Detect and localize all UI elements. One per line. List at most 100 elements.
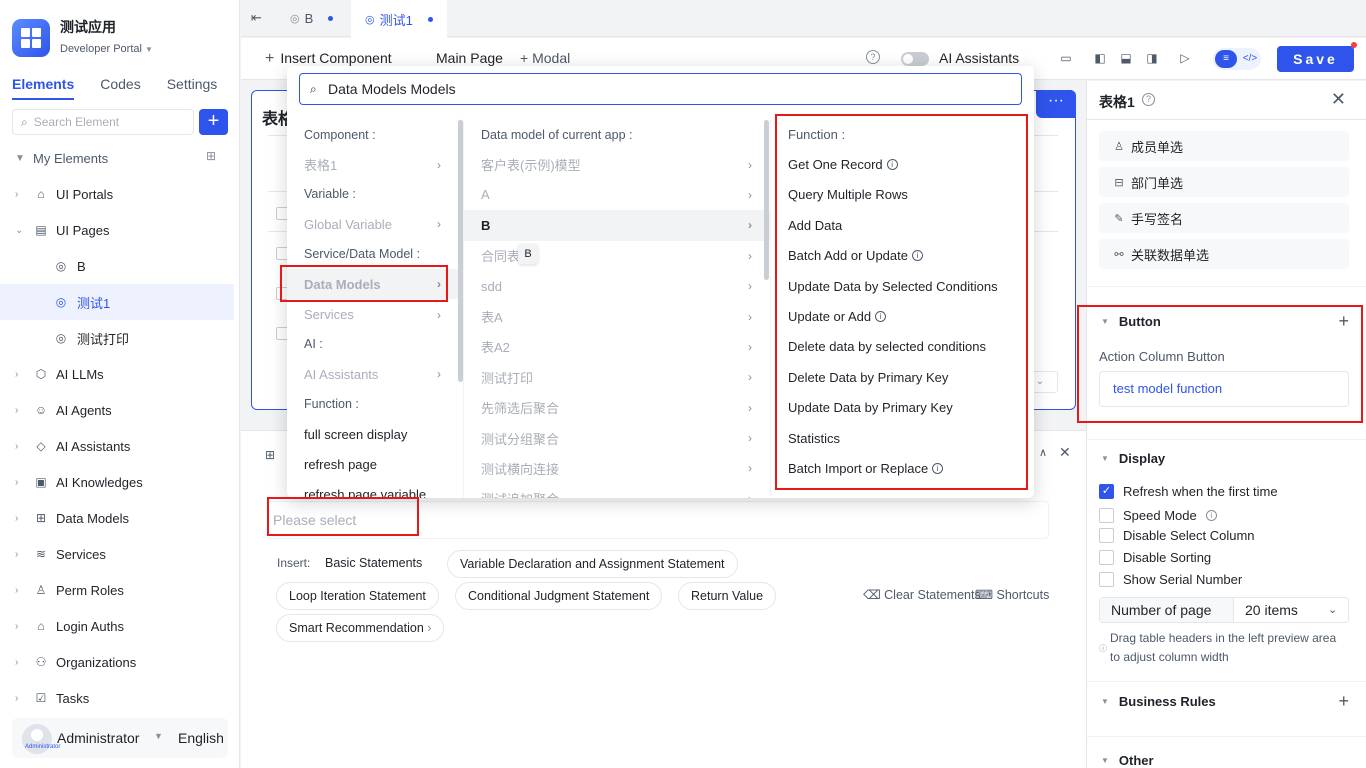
component-department-select[interactable]: ⊟ 部门单选 <box>1099 167 1349 197</box>
save-button[interactable]: Save <box>1277 46 1354 72</box>
page-size-select[interactable]: Number of page 20 items ⌄ <box>1099 597 1349 623</box>
add-rule-icon[interactable]: + <box>1338 691 1349 712</box>
check-speed-mode[interactable]: Speed Mode i <box>1099 508 1217 523</box>
model-item[interactable]: 合同表 › <box>464 241 770 271</box>
tab-elements[interactable]: Elements <box>12 76 75 100</box>
smart-recommendation-button[interactable]: Smart Recommendation › <box>276 614 445 642</box>
tree-header-my-elements[interactable]: ▼ My Elements ⊞ <box>0 140 240 176</box>
function-delete-by-conditions[interactable]: Delete data by selected conditions <box>771 332 1034 362</box>
function-get-one-record[interactable]: Get One Record i <box>771 149 1034 179</box>
checkbox-checked[interactable]: ✓ <box>1099 484 1114 499</box>
caret-down-icon[interactable]: ▼ <box>154 731 163 741</box>
function-update-by-primary-key[interactable]: Update Data by Primary Key <box>771 393 1034 423</box>
section-other[interactable]: ▼ Other <box>1101 753 1154 768</box>
right-panel-icon[interactable]: ◨ <box>1145 51 1159 65</box>
model-item[interactable]: 测试打印 › <box>464 362 770 392</box>
page-tab-test1[interactable]: ◎ 测试1 <box>351 0 447 38</box>
language-switch[interactable]: English <box>178 730 224 746</box>
tree-item-perm-roles[interactable]: › ♙ Perm Roles <box>0 572 240 608</box>
checkbox[interactable] <box>1099 572 1114 587</box>
modal-button[interactable]: + Modal <box>520 50 570 66</box>
model-item[interactable]: sdd › <box>464 271 770 301</box>
function-update-by-conditions[interactable]: Update Data by Selected Conditions <box>771 271 1034 301</box>
model-item-b[interactable]: B › <box>464 210 770 241</box>
tree-item-page-b[interactable]: ◎ B <box>0 248 240 284</box>
picker-item-full-screen[interactable]: full screen display <box>287 419 463 449</box>
tree-item-tasks[interactable]: › ☑ Tasks <box>0 680 240 716</box>
tree-item-ai-knowledges[interactable]: › ▣ AI Knowledges <box>0 464 240 500</box>
add-element-button[interactable]: + <box>199 109 228 135</box>
tree-item-ai-assistants[interactable]: › ◇ AI Assistants <box>0 428 240 464</box>
help-icon[interactable]: ? <box>866 50 880 64</box>
tab-settings[interactable]: Settings <box>167 76 218 100</box>
return-value-button[interactable]: Return Value <box>678 582 777 610</box>
picker-search-input[interactable] <box>328 79 1008 99</box>
tab-codes[interactable]: Codes <box>100 76 140 100</box>
tree-item-ui-pages[interactable]: ⌄ ▤ UI Pages <box>0 212 240 248</box>
scrollbar[interactable] <box>764 120 769 280</box>
function-delete-by-primary-key[interactable]: Delete Data by Primary Key <box>771 362 1034 392</box>
user-name[interactable]: Administrator <box>57 730 139 746</box>
function-update-or-add[interactable]: Update or Add i <box>771 301 1034 331</box>
ai-assistants-toggle[interactable] <box>901 52 929 66</box>
checkbox[interactable] <box>1099 508 1114 523</box>
more-icon[interactable]: ··· <box>1036 90 1076 118</box>
shortcuts-button[interactable]: ⌨ Shortcuts <box>975 587 1049 602</box>
bottom-panel-icon[interactable]: ⬓ <box>1119 51 1133 65</box>
checkbox[interactable] <box>1099 528 1114 543</box>
checkbox[interactable] <box>1099 550 1114 565</box>
tree-item-organizations[interactable]: › ⚇ Organizations <box>0 644 240 680</box>
code-mode-icon[interactable]: </> <box>1241 50 1259 68</box>
action-column-button-item[interactable]: test model function <box>1099 371 1349 407</box>
model-item[interactable]: 测试横向连接 › <box>464 453 770 483</box>
tree-item-ui-portals[interactable]: › ⌂ UI Portals <box>0 176 240 212</box>
portal-switcher[interactable]: Developer Portal ▼ <box>60 43 153 55</box>
close-icon[interactable]: ✕ <box>1331 89 1346 110</box>
picker-item-refresh-page[interactable]: refresh page <box>287 449 463 479</box>
help-icon[interactable]: ? <box>1142 93 1155 106</box>
section-display[interactable]: ▼ Display <box>1101 451 1165 466</box>
function-add-data[interactable]: Add Data <box>771 210 1034 240</box>
component-signature[interactable]: ✎ 手写签名 <box>1099 203 1349 233</box>
function-batch-import-or-replace[interactable]: Batch Import or Replace i <box>771 453 1034 483</box>
tree-item-page-test-print[interactable]: ◎ 测试打印 <box>0 320 240 356</box>
check-disable-select-column[interactable]: Disable Select Column <box>1099 528 1255 543</box>
chevron-up-icon[interactable]: ∧ <box>1039 446 1047 459</box>
variable-declaration-button[interactable]: Variable Declaration and Assignment Stat… <box>447 550 738 578</box>
model-item[interactable]: 先筛选后聚合 › <box>464 393 770 423</box>
picker-item-global-variable[interactable]: Global Variable › <box>287 209 463 239</box>
model-item[interactable]: 测试分组聚合 › <box>464 423 770 453</box>
picker-item-table1[interactable]: 表格1 › <box>287 149 463 179</box>
component-link-data-select[interactable]: ⚯ 关联数据单选 <box>1099 239 1349 269</box>
element-search-input[interactable] <box>33 115 174 129</box>
statement-select[interactable] <box>267 501 1049 539</box>
conditional-judgment-button[interactable]: Conditional Judgment Statement <box>455 582 663 610</box>
left-panel-icon[interactable]: ◧ <box>1093 51 1107 65</box>
main-page-button[interactable]: Main Page <box>436 50 503 66</box>
basic-statements-button[interactable]: Basic Statements <box>313 550 435 578</box>
tree-item-ai-agents[interactable]: › ☺ AI Agents <box>0 392 240 428</box>
section-button[interactable]: ▼ Button <box>1101 314 1161 329</box>
check-show-serial-number[interactable]: Show Serial Number <box>1099 572 1242 587</box>
tree-item-services[interactable]: › ≋ Services <box>0 536 240 572</box>
loop-iteration-button[interactable]: Loop Iteration Statement <box>276 582 439 610</box>
clear-statements-button[interactable]: ⌫ Clear Statements <box>863 587 981 602</box>
tree-layout-icon[interactable]: ⊞ <box>206 149 220 163</box>
model-item[interactable]: A › <box>464 180 770 210</box>
model-item[interactable]: 测试追加聚合 › <box>464 484 770 498</box>
picker-item-ai-assistants[interactable]: AI Assistants › <box>287 359 463 389</box>
component-member-select[interactable]: ♙ 成员单选 <box>1099 131 1349 161</box>
design-mode-icon[interactable]: ≡ <box>1215 50 1237 68</box>
picker-item-data-models[interactable]: Data Models › <box>287 268 463 300</box>
tree-item-data-models[interactable]: › ⊞ Data Models <box>0 500 240 536</box>
play-icon[interactable]: ▷ <box>1178 51 1192 65</box>
tree-item-login-auths[interactable]: › ⌂ Login Auths <box>0 608 240 644</box>
function-statistics[interactable]: Statistics <box>771 423 1034 453</box>
model-item[interactable]: 表A › <box>464 301 770 331</box>
collapse-sidebar-icon[interactable]: ⇤ <box>251 10 262 26</box>
picker-item-services[interactable]: Services › <box>287 299 463 329</box>
layout-icon[interactable]: ▭ <box>1059 51 1073 65</box>
check-refresh-first-time[interactable]: ✓ Refresh when the first time <box>1099 484 1278 499</box>
function-batch-add-or-update[interactable]: Batch Add or Update i <box>771 241 1034 271</box>
page-tab-b[interactable]: ◎ B <box>276 0 347 37</box>
